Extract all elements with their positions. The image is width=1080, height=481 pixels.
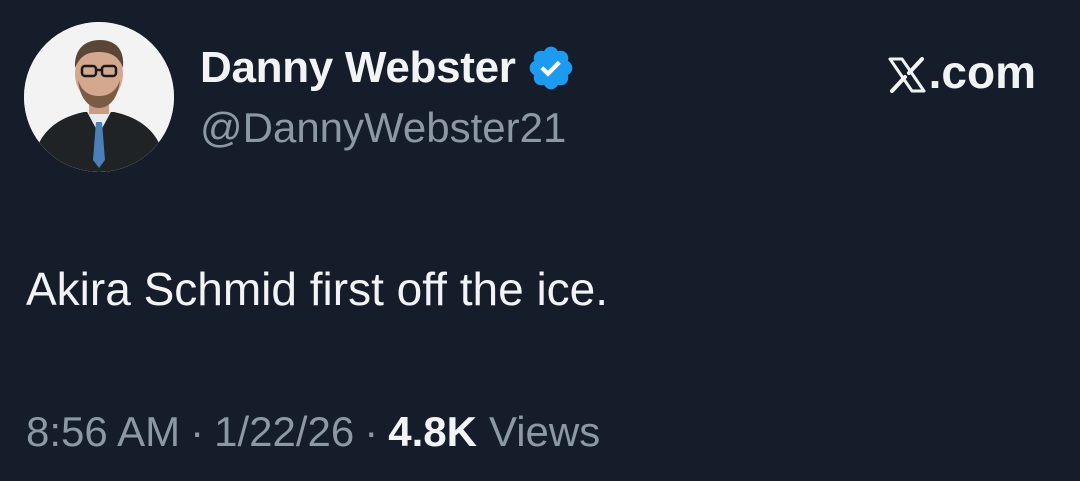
author-display-name[interactable]: Danny Webster (200, 43, 516, 93)
tweet-meta: 8:56 AM · 1/22/26 · 4.8K Views (26, 408, 600, 456)
tweet-card: Danny Webster @DannyWebster21 .com Akira… (0, 0, 1080, 481)
tweet-time[interactable]: 8:56 AM (26, 408, 180, 456)
verified-badge-icon (526, 43, 576, 93)
x-brand-domain: .com (928, 46, 1036, 98)
tweet-date[interactable]: 1/22/26 (214, 408, 354, 456)
views-count: 4.8K (388, 408, 477, 455)
x-brand[interactable]: .com (887, 45, 1036, 99)
views-label: Views (488, 408, 601, 455)
author-handle[interactable]: @DannyWebster21 (200, 104, 566, 152)
meta-separator: · (364, 408, 379, 455)
meta-separator: · (190, 408, 205, 455)
author-name-row: Danny Webster (200, 40, 576, 96)
x-logo-icon (887, 52, 927, 93)
tweet-text: Akira Schmid first off the ice. (26, 263, 609, 315)
avatar-photo (24, 22, 174, 172)
avatar[interactable] (24, 22, 174, 172)
